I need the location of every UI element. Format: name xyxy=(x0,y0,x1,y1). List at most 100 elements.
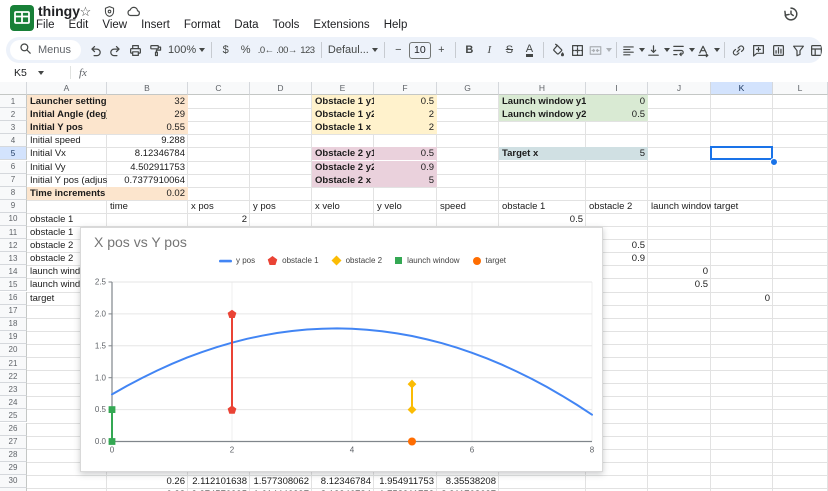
insert-link-button[interactable] xyxy=(729,40,748,60)
cell-E3[interactable]: Obstacle 1 x xyxy=(312,121,374,134)
cell-I2[interactable]: 0.5 xyxy=(586,108,648,121)
column-header-E[interactable]: E xyxy=(312,82,374,95)
redo-button[interactable] xyxy=(106,40,125,60)
row-header-23[interactable]: 23 xyxy=(0,383,27,396)
spreadsheet-grid[interactable]: Launcher setting32Initial Angle (deg)29I… xyxy=(0,82,828,491)
formula-input[interactable] xyxy=(87,63,828,82)
row-header-27[interactable]: 27 xyxy=(0,436,27,449)
cell-B3[interactable]: 0.55 xyxy=(107,121,188,134)
column-header-L[interactable]: L xyxy=(773,82,828,95)
row-header-16[interactable]: 16 xyxy=(0,292,27,305)
cell-K16[interactable]: 0 xyxy=(711,292,773,305)
cell-B4[interactable]: 9.288 xyxy=(107,134,188,147)
cell-F9[interactable]: y velo xyxy=(374,200,437,213)
cell-E1[interactable]: Obstacle 1 y1 xyxy=(312,95,374,108)
decrease-font-size-button[interactable]: − xyxy=(389,40,408,60)
access-status-icon[interactable] xyxy=(102,4,117,19)
fill-color-button[interactable] xyxy=(548,40,567,60)
menu-insert[interactable]: Insert xyxy=(141,19,170,31)
cell-F6[interactable]: 0.9 xyxy=(374,161,437,174)
active-cell-selection[interactable] xyxy=(710,146,773,160)
row-header-17[interactable]: 17 xyxy=(0,305,27,318)
merge-cells-button[interactable] xyxy=(588,40,612,60)
increase-decimal-places-button[interactable]: .00→ xyxy=(276,40,297,60)
menu-format[interactable]: Format xyxy=(184,19,220,31)
cell-A1[interactable]: Launcher setting xyxy=(27,95,107,108)
font-select[interactable]: Defaul... xyxy=(326,40,380,60)
column-header-K[interactable]: K xyxy=(711,82,773,95)
cell-I5[interactable]: 5 xyxy=(586,147,648,160)
cell-C9[interactable]: x pos xyxy=(188,200,250,213)
more-formats-button[interactable]: 123 xyxy=(298,40,317,60)
cell-H1[interactable]: Launch window y1 xyxy=(499,95,586,108)
name-box[interactable]: K5 xyxy=(0,67,68,79)
cell-E2[interactable]: Obstacle 1 y2 xyxy=(312,108,374,121)
print-button[interactable] xyxy=(126,40,145,60)
version-history-icon[interactable] xyxy=(782,5,802,25)
decrease-decimal-places-button[interactable]: .0← xyxy=(256,40,275,60)
row-header-3[interactable]: 3 xyxy=(0,121,27,134)
menu-tools[interactable]: Tools xyxy=(273,19,300,31)
cell-E9[interactable]: x velo xyxy=(312,200,374,213)
embedded-chart[interactable]: X pos vs Y pos y posobstacle 1obstacle 2… xyxy=(80,227,603,472)
cell-H9[interactable]: obstacle 1 xyxy=(499,200,586,213)
cell-B5[interactable]: 8.12346784 xyxy=(107,147,188,160)
cell-I9[interactable]: obstacle 2 xyxy=(586,200,648,213)
paint-format-button[interactable] xyxy=(146,40,165,60)
row-header-11[interactable]: 11 xyxy=(0,226,27,239)
cell-G30[interactable]: 8.35538208 xyxy=(437,475,499,488)
undo-button[interactable] xyxy=(86,40,105,60)
cell-H10[interactable]: 0.5 xyxy=(499,213,586,226)
cell-B1[interactable]: 32 xyxy=(107,95,188,108)
cell-A8[interactable]: Time increments xyxy=(27,187,107,200)
row-header-26[interactable]: 26 xyxy=(0,423,27,436)
document-title[interactable]: thingy xyxy=(38,3,80,19)
column-header-I[interactable]: I xyxy=(586,82,648,95)
cell-B9[interactable]: time xyxy=(107,200,188,213)
row-header-6[interactable]: 6 xyxy=(0,161,27,174)
column-header-C[interactable]: C xyxy=(188,82,250,95)
horizontal-align-button[interactable] xyxy=(621,40,645,60)
menu-edit[interactable]: Edit xyxy=(69,19,89,31)
star-icon[interactable]: ☆ xyxy=(78,4,93,19)
column-header-F[interactable]: F xyxy=(374,82,437,95)
row-header-14[interactable]: 14 xyxy=(0,265,27,278)
row-header-12[interactable]: 12 xyxy=(0,239,27,252)
text-color-button[interactable]: A xyxy=(520,40,539,60)
cell-J9[interactable]: launch window xyxy=(648,200,711,213)
menu-help[interactable]: Help xyxy=(384,19,408,31)
format-currency-button[interactable]: $ xyxy=(216,40,235,60)
row-header-8[interactable]: 8 xyxy=(0,187,27,200)
cell-A4[interactable]: Initial speed xyxy=(27,134,107,147)
bold-button[interactable]: B xyxy=(460,40,479,60)
row-header-5[interactable]: 5 xyxy=(0,147,27,160)
menu-extensions[interactable]: Extensions xyxy=(313,19,369,31)
cell-A2[interactable]: Initial Angle (deg) xyxy=(27,108,107,121)
column-header-H[interactable]: H xyxy=(499,82,586,95)
row-header-18[interactable]: 18 xyxy=(0,318,27,331)
cell-B2[interactable]: 29 xyxy=(107,108,188,121)
cloud-status-icon[interactable] xyxy=(126,4,141,19)
insert-chart-button[interactable] xyxy=(769,40,788,60)
font-size-input[interactable]: 10 xyxy=(409,40,431,60)
increase-font-size-button[interactable]: + xyxy=(432,40,451,60)
column-header-J[interactable]: J xyxy=(648,82,711,95)
cell-E30[interactable]: 8.12346784 xyxy=(312,475,374,488)
cell-F1[interactable]: 0.5 xyxy=(374,95,437,108)
column-header-B[interactable]: B xyxy=(107,82,188,95)
row-header-24[interactable]: 24 xyxy=(0,396,27,409)
strikethrough-button[interactable]: S xyxy=(500,40,519,60)
cell-G9[interactable]: speed xyxy=(437,200,499,213)
cell-D30[interactable]: 1.577308062 xyxy=(250,475,312,488)
cell-E7[interactable]: Obstacle 2 x xyxy=(312,174,374,187)
row-header-2[interactable]: 2 xyxy=(0,108,27,121)
text-rotation-button[interactable] xyxy=(696,40,720,60)
cell-F2[interactable]: 2 xyxy=(374,108,437,121)
menu-view[interactable]: View xyxy=(102,19,127,31)
cell-A3[interactable]: Initial Y pos xyxy=(27,121,107,134)
text-wrapping-button[interactable] xyxy=(671,40,695,60)
row-header-20[interactable]: 20 xyxy=(0,344,27,357)
cell-F3[interactable]: 2 xyxy=(374,121,437,134)
cell-H2[interactable]: Launch window y2 xyxy=(499,108,586,121)
insert-comment-button[interactable] xyxy=(749,40,768,60)
